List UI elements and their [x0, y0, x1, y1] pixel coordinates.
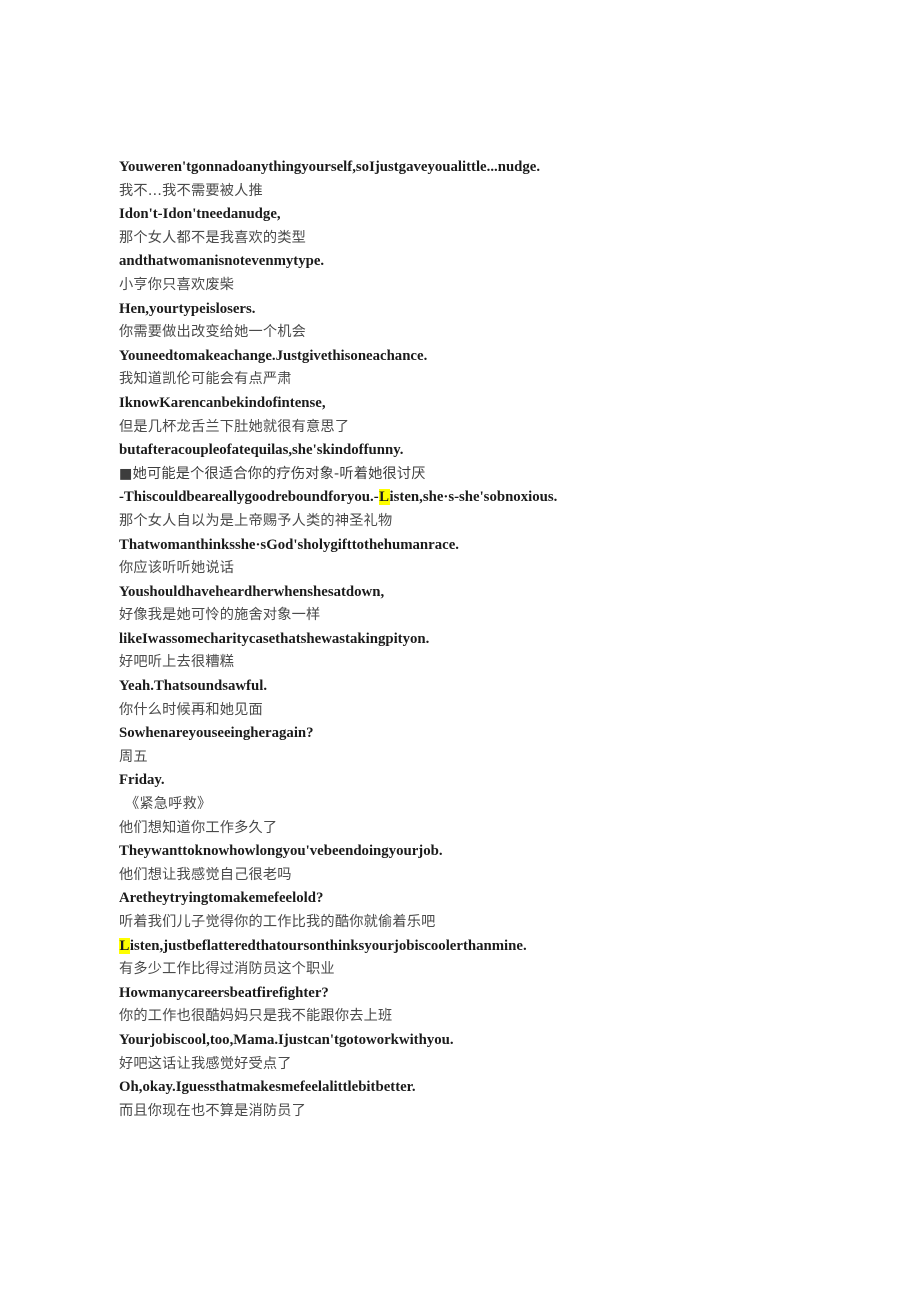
transcript-line-chinese: 你需要做出改变给她一个机会	[119, 321, 879, 345]
transcript-body: Youweren'tgonnadoanythingyourself,soIjus…	[119, 156, 879, 1123]
line-text: ■她可能是个很适合你的疗伤对象-听着她很讨厌	[119, 465, 426, 482]
transcript-line-chinese: 我不…我不需要被人推	[119, 180, 879, 204]
transcript-line-english: likeIwassomecharitycasethatshewastakingp…	[119, 628, 879, 652]
transcript-line-chinese: 你什么时候再和她见面	[119, 699, 879, 723]
transcript-line-chinese: 小亨你只喜欢废柴	[119, 274, 879, 298]
transcript-line-english: Sowhenareyouseeingheragain?	[119, 722, 879, 746]
line-text: Theywanttoknowhowlongyou'vebeendoingyour…	[119, 843, 443, 860]
transcript-line-english: Friday.	[119, 769, 879, 793]
transcript-line-chinese: 他们想知道你工作多久了	[119, 817, 879, 841]
transcript-line-english: Yourjobiscool,too,Mama.Ijustcan'tgotowor…	[119, 1029, 879, 1053]
line-text: IknowKarencanbekindofintense,	[119, 394, 326, 411]
transcript-line-english: Youneedtomakeachange.Justgivethisoneacha…	[119, 345, 879, 369]
line-text: Friday.	[119, 772, 165, 789]
transcript-line-chinese: 我知道凯伦可能会有点严肃	[119, 368, 879, 392]
transcript-title-line: 《紧急呼救》	[119, 793, 879, 817]
line-text: butafteracoupleofatequilas,she'skindoffu…	[119, 442, 404, 459]
line-text-before-highlight: -Thiscouldbeareallygoodreboundforyou.-	[119, 489, 379, 506]
transcript-line-english: Howmanycareersbeatfirefighter?	[119, 982, 879, 1006]
transcript-line-chinese: 但是几杯龙舌兰下肚她就很有意思了	[119, 416, 879, 440]
line-text: Hen,yourtypeislosers.	[119, 300, 256, 317]
transcript-line-chinese: 好吧这话让我感觉好受点了	[119, 1053, 879, 1077]
transcript-line-english: IknowKarencanbekindofintense,	[119, 392, 879, 416]
transcript-line-english: Aretheytryingtomakemefeelold?	[119, 887, 879, 911]
transcript-line-chinese: ■她可能是个很适合你的疗伤对象-听着她很讨厌	[119, 463, 879, 487]
line-text: Youweren'tgonnadoanythingyourself,soIjus…	[119, 159, 541, 175]
line-text: 好像我是她可怜的施舍对象一样	[119, 607, 321, 624]
transcript-line-chinese: 他们想让我感觉自己很老吗	[119, 864, 879, 888]
transcript-line-chinese: 那个女人自以为是上帝赐予人类的神圣礼物	[119, 510, 879, 534]
line-text: Thatwomanthinksshe·sGod'sholygifttothehu…	[119, 536, 459, 553]
transcript-line-english: Listen,justbeflatteredthatoursonthinksyo…	[119, 935, 879, 959]
line-text-after-highlight: isten,justbeflatteredthatoursonthinksyou…	[129, 937, 527, 954]
transcript-line-chinese: 有多少工作比得过消防员这个职业	[119, 958, 879, 982]
line-text: Youneedtomakeachange.Justgivethisoneacha…	[119, 347, 428, 364]
line-text: 有多少工作比得过消防员这个职业	[119, 961, 335, 978]
line-text: 你需要做出改变给她一个机会	[119, 324, 307, 341]
line-text-after-highlight: isten,she·s-she'sobnoxious.	[389, 489, 558, 506]
line-text: Sowhenareyouseeingheragain?	[119, 725, 314, 742]
line-text: likeIwassomecharitycasethatshewastakingp…	[119, 630, 430, 647]
transcript-line-chinese: 你的工作也很酷妈妈只是我不能跟你去上班	[119, 1005, 879, 1029]
line-text: 周五	[119, 748, 148, 765]
line-text: 小亨你只喜欢废柴	[119, 276, 235, 293]
transcript-line-english: Theywanttoknowhowlongyou'vebeendoingyour…	[119, 840, 879, 864]
transcript-line-english: butafteracoupleofatequilas,she'skindoffu…	[119, 439, 879, 463]
transcript-line-chinese: 你应该听听她说话	[119, 557, 879, 581]
highlighted-character: L	[378, 489, 390, 506]
transcript-line-english: andthatwomanisnotevenmytype.	[119, 250, 879, 274]
line-text: Howmanycareersbeatfirefighter?	[119, 984, 329, 1001]
document-page: Youweren'tgonnadoanythingyourself,soIjus…	[0, 0, 920, 1301]
line-text: 听着我们儿子觉得你的工作比我的酷你就偷着乐吧	[119, 914, 436, 930]
transcript-line-english: Youshouldhaveheardherwhenshesatdown,	[119, 581, 879, 605]
transcript-line-chinese: 好吧听上去很糟糕	[119, 651, 879, 675]
line-text: 好吧听上去很糟糕	[119, 654, 235, 671]
transcript-line-english: -Thiscouldbeareallygoodreboundforyou.-Li…	[119, 486, 879, 510]
line-text: Yourjobiscool,too,Mama.Ijustcan'tgotowor…	[119, 1031, 454, 1048]
transcript-line-english: Hen,yourtypeislosers.	[119, 298, 879, 322]
line-text: 他们想让我感觉自己很老吗	[119, 866, 292, 883]
line-text: 好吧这话让我感觉好受点了	[119, 1055, 292, 1072]
line-text: 那个女人都不是我喜欢的类型	[119, 229, 307, 246]
line-text: andthatwomanisnotevenmytype.	[119, 253, 325, 270]
transcript-line-english: Youweren'tgonnadoanythingyourself,soIjus…	[119, 156, 879, 180]
transcript-line-chinese: 周五	[119, 746, 879, 770]
transcript-line-chinese: 好像我是她可怜的施舍对象一样	[119, 604, 879, 628]
line-text: 那个女人自以为是上帝赐予人类的神圣礼物	[119, 512, 393, 529]
transcript-line-chinese: 那个女人都不是我喜欢的类型	[119, 227, 879, 251]
line-text: 而且你现在也不算是消防员了	[119, 1102, 307, 1119]
highlighted-character: L	[119, 937, 130, 954]
transcript-line-english: Yeah.Thatsoundsawful.	[119, 675, 879, 699]
line-text: 但是几杯龙舌兰下肚她就很有意思了	[119, 418, 350, 435]
line-text: Yeah.Thatsoundsawful.	[119, 678, 268, 695]
line-text: 你什么时候再和她见面	[119, 701, 263, 718]
transcript-line-english: Oh,okay.Iguessthatmakesmefeelalittlebitb…	[119, 1076, 879, 1100]
line-text: Oh,okay.Iguessthatmakesmefeelalittlebitb…	[119, 1079, 416, 1096]
line-text: 他们想知道你工作多久了	[119, 819, 278, 836]
transcript-line-english: Thatwomanthinksshe·sGod'sholygifttothehu…	[119, 534, 879, 558]
line-text: 你应该听听她说话	[119, 560, 235, 577]
transcript-line-english: Idon't-Idon'tneedanudge,	[119, 203, 879, 227]
transcript-line-chinese: 听着我们儿子觉得你的工作比我的酷你就偷着乐吧	[119, 911, 879, 935]
line-text: 你的工作也很酷妈妈只是我不能跟你去上班	[119, 1008, 393, 1025]
line-text: 我不…我不需要被人推	[119, 182, 263, 199]
line-text: 我知道凯伦可能会有点严肃	[119, 371, 292, 388]
line-text: Idon't-Idon'tneedanudge,	[119, 206, 281, 223]
line-text: Aretheytryingtomakemefeelold?	[119, 890, 324, 907]
line-text: 《紧急呼救》	[125, 796, 212, 813]
transcript-line-chinese: 而且你现在也不算是消防员了	[119, 1100, 879, 1124]
line-text: Youshouldhaveheardherwhenshesatdown,	[119, 583, 385, 600]
